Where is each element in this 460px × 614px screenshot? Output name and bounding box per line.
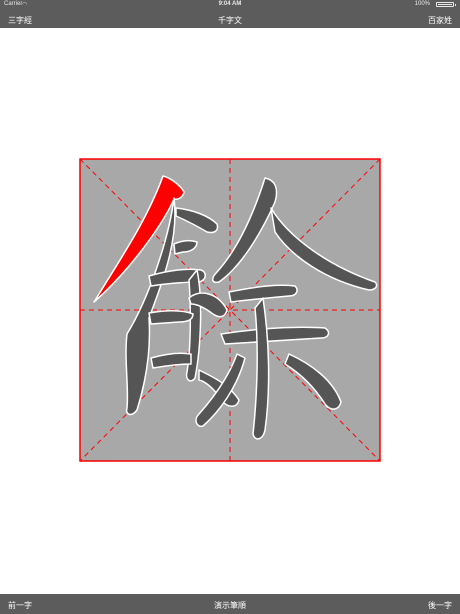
battery-icon (436, 2, 456, 7)
baijiaxing-button[interactable]: 百家姓 (428, 15, 452, 26)
next-character-button[interactable]: 後一字 (428, 600, 452, 611)
clock: 9:04 AM (218, 1, 242, 7)
page-title: 千字文 (218, 16, 242, 25)
battery-percent: 100% (414, 1, 430, 7)
character-canvas (79, 158, 381, 462)
top-toolbar: 三字經 千字文 百家姓 (0, 10, 460, 28)
character-practice-grid (79, 158, 381, 462)
status-bar: Carrier ◠ 9:04 AM 100% (0, 0, 460, 10)
bottom-toolbar: 前一字 演示筆順 後一字 (0, 594, 460, 614)
demo-stroke-order-button[interactable]: 演示筆順 (0, 600, 460, 611)
